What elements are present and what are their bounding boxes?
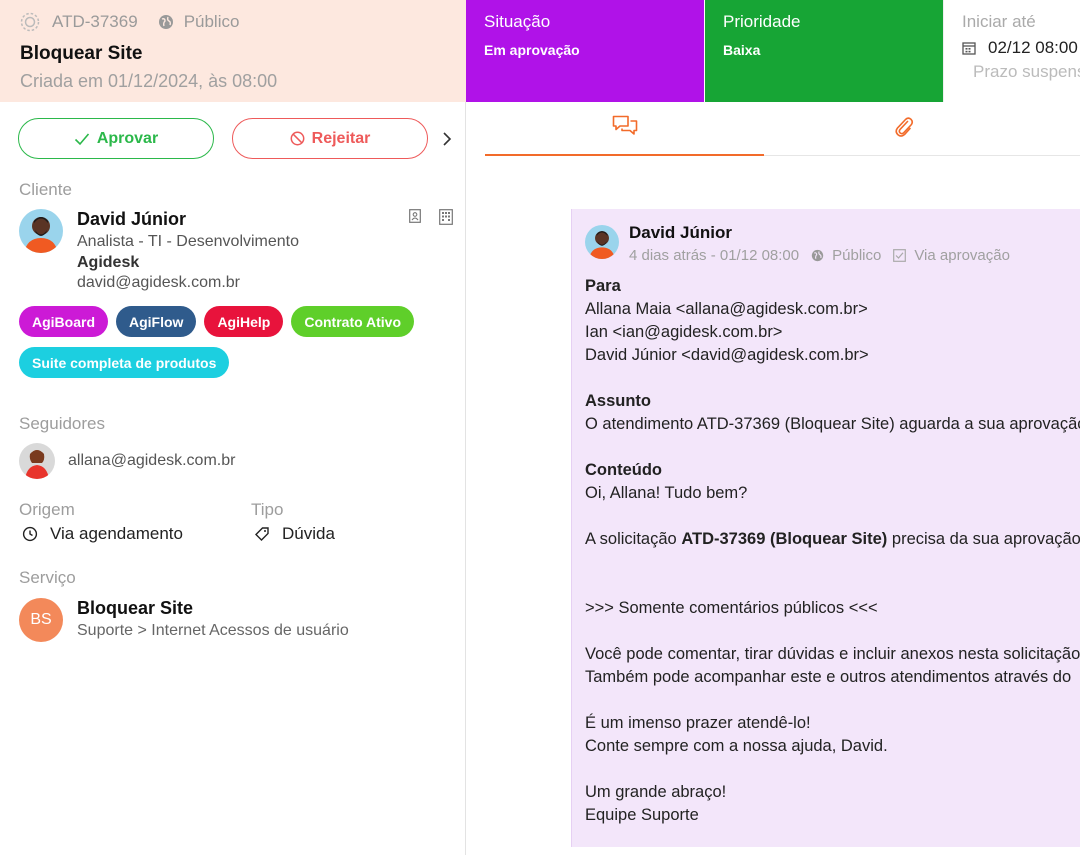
message-author-avatar (585, 225, 619, 259)
message-body: Para Allana Maia <allana@agidesk.com.br>… (585, 275, 1080, 827)
reject-button[interactable]: Rejeitar (232, 118, 428, 159)
comments-icon (612, 115, 638, 142)
ticket-title: Bloquear Site (20, 43, 143, 64)
pleasure-line: É um imenso prazer atendê-lo! (585, 714, 811, 732)
client-tag[interactable]: AgiHelp (204, 306, 284, 337)
ticket-header: ATD-37369 Público Bloquear Site Criada e… (0, 0, 1080, 102)
message-author: David Júnior (629, 223, 732, 242)
chevron-right-icon[interactable] (442, 129, 456, 149)
follower-item[interactable]: allana@agidesk.com.br (19, 443, 235, 479)
reject-label: Rejeitar (311, 129, 371, 147)
conversation-panel: David Júnior 4 dias atrás - 01/12 08:00 … (467, 102, 1080, 855)
origem-value: Via agendamento (50, 524, 183, 543)
track-line: Também pode acompanhar este e outros ate… (585, 668, 1072, 686)
message-card: David Júnior 4 dias atrás - 01/12 08:00 … (571, 209, 1080, 847)
client-avatar (19, 209, 63, 253)
prioridade-label: Prioridade (723, 12, 801, 31)
tipo-label: Tipo (251, 500, 284, 519)
followers-section-label: Seguidores (19, 414, 106, 433)
globe-icon (156, 12, 176, 32)
checkbox-icon (893, 249, 907, 262)
count-line: Conte sempre com a nossa ajuda, David. (585, 737, 888, 755)
tab-attachments[interactable] (764, 102, 1043, 156)
check-icon (74, 132, 90, 146)
contact-card-icon[interactable] (409, 209, 421, 230)
tab-comments[interactable] (485, 102, 764, 156)
block-icon (290, 131, 305, 146)
request-ticket: ATD-37369 (Bloquear Site) (681, 530, 888, 548)
ticket-id: ATD-37369 (52, 12, 138, 31)
client-tag[interactable]: Contrato Ativo (291, 306, 415, 337)
situacao-box[interactable]: Situação Em aprovação (466, 0, 704, 102)
iniciar-box[interactable]: Iniciar até 02/12 08:00 Prazo suspenso (943, 0, 1080, 102)
para-label: Para (585, 277, 621, 295)
assunto-text: O atendimento ATD-37369 (Bloquear Site) … (585, 415, 1080, 433)
prioridade-box[interactable]: Prioridade Baixa (705, 0, 943, 102)
building-icon[interactable] (439, 209, 453, 230)
paperclip-icon (894, 116, 914, 143)
calendar-icon (962, 41, 976, 55)
assunto-label: Assunto (585, 392, 651, 410)
conteudo-label: Conteúdo (585, 461, 662, 479)
message-via: Via aprovação (914, 247, 1010, 264)
greeting-line: Oi, Allana! Tudo bem? (585, 484, 748, 502)
client-name: David Júnior (77, 209, 187, 229)
origem-label: Origem (19, 500, 75, 519)
clock-icon (22, 526, 38, 542)
recipient: Ian <ian@agidesk.com.br> (585, 323, 783, 341)
service-avatar: BS (19, 598, 63, 642)
globe-icon (811, 249, 824, 262)
client-section-label: Cliente (19, 180, 72, 199)
message-time: 4 dias atrás - 01/12 08:00 (629, 247, 800, 264)
recipient: Allana Maia <allana@agidesk.com.br> (585, 300, 868, 318)
ticket-visibility: Público (183, 12, 240, 31)
origem-field: Origem Via agendamento (19, 500, 183, 544)
prazo-text: Prazo suspenso (973, 62, 1080, 81)
client-tag[interactable]: AgiFlow (116, 306, 197, 337)
team-line: Equipe Suporte (585, 806, 699, 824)
approve-button[interactable]: Aprovar (18, 118, 214, 159)
client-tags: AgiBoard AgiFlow AgiHelp Contrato Ativo Suit… (19, 306, 449, 378)
ticket-status-icon (20, 12, 40, 32)
request-prefix: A solicitação (585, 530, 682, 548)
service-name: Bloquear Site (77, 598, 194, 618)
service-path: Suporte > Internet Acessos de usuário (77, 622, 349, 639)
prioridade-value: Baixa (723, 42, 761, 58)
recipient: David Júnior <david@agidesk.com.br> (585, 346, 869, 364)
situacao-label: Situação (484, 12, 551, 31)
message-visibility: Público (832, 247, 882, 264)
request-line: A solicitação ATD-37369 (Bloquear Site) … (585, 528, 1080, 551)
situacao-value: Em aprovação (484, 42, 580, 58)
client-company: Agidesk (77, 254, 140, 271)
service-card[interactable]: BS Bloquear Site Suporte > Internet Aces… (19, 598, 349, 642)
ticket-summary: ATD-37369 Público Bloquear Site Criada e… (0, 0, 466, 102)
public-only-line: >>> Somente comentários públicos <<< (585, 599, 878, 617)
approve-label: Aprovar (96, 129, 159, 147)
conversation-tabs (485, 102, 1080, 156)
follower-email: allana@agidesk.com.br (68, 452, 236, 469)
request-suffix: precisa da sua aprovação (887, 530, 1080, 548)
tag-icon (254, 526, 270, 542)
follower-avatar (19, 443, 55, 479)
service-section-label: Serviço (19, 568, 76, 587)
comment-line: Você pode comentar, tirar dúvidas e incl… (585, 645, 1080, 663)
client-role: Analista - TI - Desenvolvimento (77, 233, 300, 250)
ticket-created: Criada em 01/12/2024, às 08:00 (20, 71, 278, 91)
client-email: david@agidesk.com.br (77, 274, 240, 291)
tipo-field: Tipo Dúvida (251, 500, 335, 544)
hug-line: Um grande abraço! (585, 783, 727, 801)
iniciar-date: 02/12 08:00 (988, 38, 1078, 57)
client-tag[interactable]: AgiBoard (19, 306, 108, 337)
details-panel: Aprovar Rejeitar Cliente David Júnior An… (0, 102, 466, 855)
tipo-value: Dúvida (282, 524, 335, 543)
iniciar-label: Iniciar até (962, 12, 1036, 31)
client-tag[interactable]: Suite completa de produtos (19, 347, 230, 378)
